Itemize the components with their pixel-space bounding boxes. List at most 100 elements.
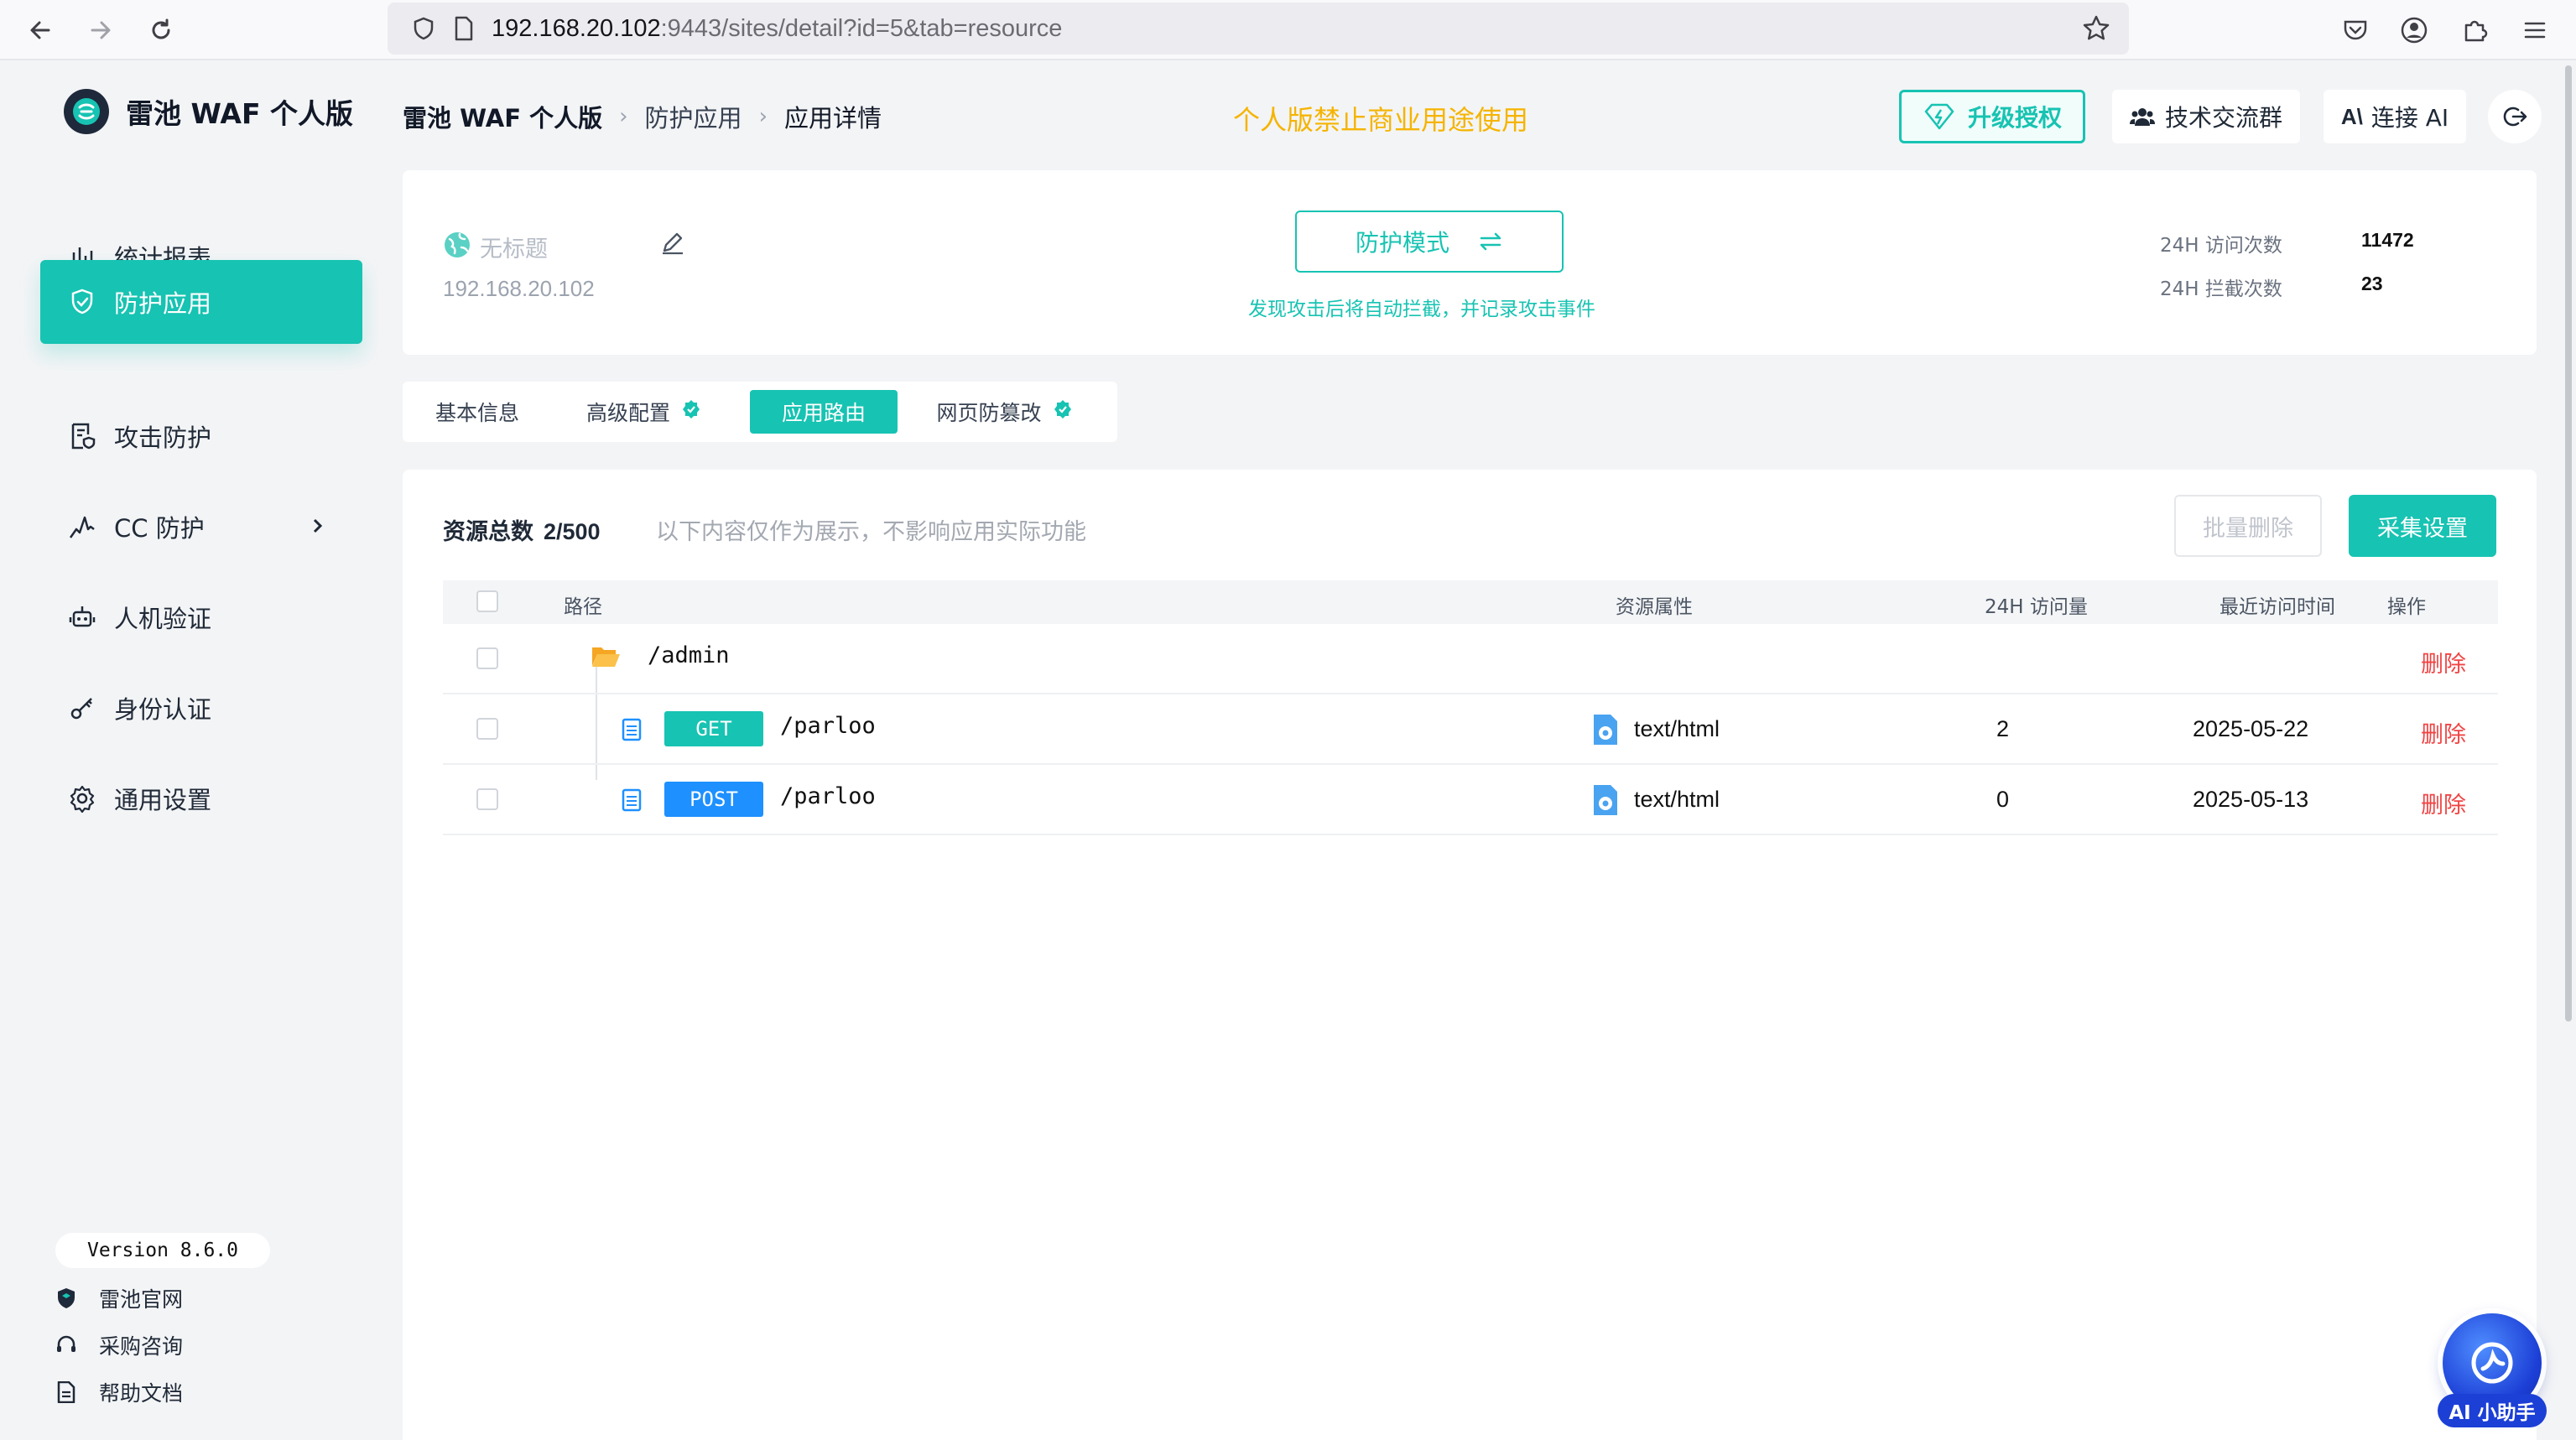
select-all-checkbox[interactable] <box>476 590 498 612</box>
sidebar-item-captcha[interactable]: 人机验证 <box>40 575 362 659</box>
robot-icon <box>65 600 99 634</box>
table-header: 路径 资源属性 24H 访问量 最近访问时间 操作 <box>443 580 2498 624</box>
tab-label: 高级配置 <box>585 401 670 425</box>
shield-icon[interactable] <box>411 16 436 44</box>
tab-app-routes[interactable]: 应用路由 <box>750 390 898 434</box>
ai-icon: A\ <box>2340 103 2363 129</box>
sidebar-item-cc[interactable]: CC 防护 <box>40 485 362 569</box>
chevron-right-icon[interactable] <box>310 512 325 541</box>
back-icon[interactable] <box>18 8 62 52</box>
stat-blocks-label: 24H 拦截次数 <box>2160 278 2282 300</box>
breadcrumb: 雷池 WAF 个人版 › 防护应用 › 应用详情 <box>403 99 882 134</box>
sidebar: 雷池 WAF 个人版 统计报表 防护应用 攻击防护 CC 防护 人机验证 身份认… <box>0 62 394 1440</box>
url-text: 192.168.20.102:9443/sites/detail?id=5&ta… <box>492 14 1063 42</box>
footer-link-label: 采购咨询 <box>99 1334 184 1359</box>
sidebar-item-settings[interactable]: 通用设置 <box>40 756 362 840</box>
browser-toolbar: 192.168.20.102:9443/sites/detail?id=5&ta… <box>0 0 2576 60</box>
resource-path: /admin <box>648 642 730 668</box>
community-button[interactable]: 技术交流群 <box>2112 90 2300 143</box>
collect-settings-button[interactable]: 采集设置 <box>2349 495 2496 557</box>
menu-icon[interactable] <box>2513 8 2557 52</box>
table-row[interactable]: GET /parloo text/html 2 2025-05-22 删除 <box>443 694 2498 765</box>
shield-icon <box>65 285 99 319</box>
verified-icon <box>1052 398 1074 425</box>
detail-tabs: 基本信息 高级配置 应用路由 网页防篡改 <box>403 382 1117 442</box>
address-bar[interactable]: 192.168.20.102:9443/sites/detail?id=5&ta… <box>388 3 2129 55</box>
logout-icon[interactable] <box>2488 90 2542 143</box>
reload-icon[interactable] <box>139 8 183 52</box>
account-icon[interactable] <box>2392 8 2436 52</box>
stat-visits-label: 24H 访问次数 <box>2160 235 2282 257</box>
doc-icon <box>54 1380 79 1405</box>
sidebar-item-attack-protection[interactable]: 攻击防护 <box>40 394 362 478</box>
method-badge-get: GET <box>664 711 763 746</box>
method-badge-post: POST <box>664 782 763 817</box>
app-logo[interactable]: 雷池 WAF 个人版 <box>64 89 353 134</box>
collect-settings-label: 采集设置 <box>2377 515 2468 542</box>
bulk-delete-button[interactable]: 批量删除 <box>2174 495 2322 557</box>
sidebar-item-label: 人机验证 <box>114 605 212 633</box>
license-notice: 个人版禁止商业用途使用 <box>1233 104 1529 136</box>
resource-total-label: 资源总数 <box>443 519 533 545</box>
forward-icon[interactable] <box>79 8 122 52</box>
column-visits: 24H 访问量 <box>1985 596 2088 618</box>
extensions-icon[interactable] <box>2453 8 2496 52</box>
resource-panel: 资源总数 2/500 以下内容仅作为展示，不影响应用实际功能 批量删除 采集设置 … <box>403 470 2537 1440</box>
app-name: 雷池 WAF 个人版 <box>126 97 353 130</box>
resource-visits: 0 <box>1996 787 2010 812</box>
breadcrumb-home[interactable]: 雷池 WAF 个人版 <box>403 99 602 134</box>
shield-logo-icon <box>54 1286 79 1311</box>
tab-label: 基本信息 <box>435 401 519 425</box>
users-icon <box>2129 106 2155 127</box>
browser-resource-icon <box>1590 783 1621 820</box>
tab-advanced-config[interactable]: 高级配置 <box>567 390 721 434</box>
bookmark-star-icon[interactable] <box>2082 14 2110 46</box>
stat-blocks-value: 23 <box>2361 273 2383 294</box>
sidebar-item-auth[interactable]: 身份认证 <box>40 666 362 750</box>
site-title: 无标题 <box>480 237 548 263</box>
row-checkbox[interactable] <box>476 718 498 740</box>
resource-total-value: 2/500 <box>544 519 601 544</box>
breadcrumb-current: 应用详情 <box>783 104 882 133</box>
table-row[interactable]: POST /parloo text/html 0 2025-05-13 删除 <box>443 765 2498 835</box>
edit-icon[interactable] <box>659 229 686 259</box>
tab-anti-tamper[interactable]: 网页防篡改 <box>914 390 1095 434</box>
column-actions: 操作 <box>2387 596 2426 618</box>
sidebar-item-label: 通用设置 <box>114 786 212 814</box>
sidebar-item-label: 攻击防护 <box>114 424 212 452</box>
connect-ai-button[interactable]: A\ 连接 AI <box>2324 90 2466 143</box>
page-scrollbar[interactable] <box>2565 65 2572 1022</box>
column-last-visit: 最近访问时间 <box>2220 596 2335 618</box>
delete-link[interactable]: 删除 <box>2421 646 2466 678</box>
protection-mode-button[interactable]: 防护模式 <box>1295 211 1564 273</box>
row-checkbox[interactable] <box>476 788 498 810</box>
ai-assistant-button[interactable]: AI 小助手 <box>2438 1313 2547 1431</box>
footer-link-docs[interactable]: 帮助文档 <box>54 1377 183 1407</box>
connect-ai-label: 连接 AI <box>2370 104 2449 132</box>
row-checkbox[interactable] <box>476 647 498 669</box>
delete-link[interactable]: 删除 <box>2421 787 2466 819</box>
pulse-icon <box>65 510 99 543</box>
delete-link[interactable]: 删除 <box>2421 716 2466 749</box>
tab-basic-info[interactable]: 基本信息 <box>411 390 544 434</box>
community-label: 技术交流群 <box>2164 104 2282 132</box>
file-icon <box>621 788 643 815</box>
column-attr: 资源属性 <box>1616 596 1693 618</box>
pocket-icon[interactable] <box>2334 8 2377 52</box>
sidebar-item-apps[interactable]: 防护应用 <box>40 260 362 344</box>
resource-last-visit: 2025-05-13 <box>2193 787 2309 812</box>
breadcrumb-apps[interactable]: 防护应用 <box>645 99 742 134</box>
footer-link-purchase[interactable]: 采购咨询 <box>54 1330 183 1360</box>
resource-path: /parloo <box>780 713 876 739</box>
upgrade-license-button[interactable]: 升级授权 <box>1899 90 2085 143</box>
version-badge: Version 8.6.0 <box>55 1233 270 1268</box>
ai-assistant-label: AI 小助手 <box>2438 1394 2547 1427</box>
bulk-delete-label: 批量删除 <box>2203 515 2293 542</box>
resource-last-visit: 2025-05-22 <box>2193 716 2309 741</box>
key-icon <box>65 691 99 725</box>
page-icon[interactable] <box>453 16 475 44</box>
footer-link-website[interactable]: 雷池官网 <box>54 1283 183 1313</box>
tab-label: 应用路由 <box>781 401 866 425</box>
table-row[interactable]: /admin 删除 <box>443 624 2498 694</box>
protection-mode-label: 防护模式 <box>1355 229 1449 257</box>
